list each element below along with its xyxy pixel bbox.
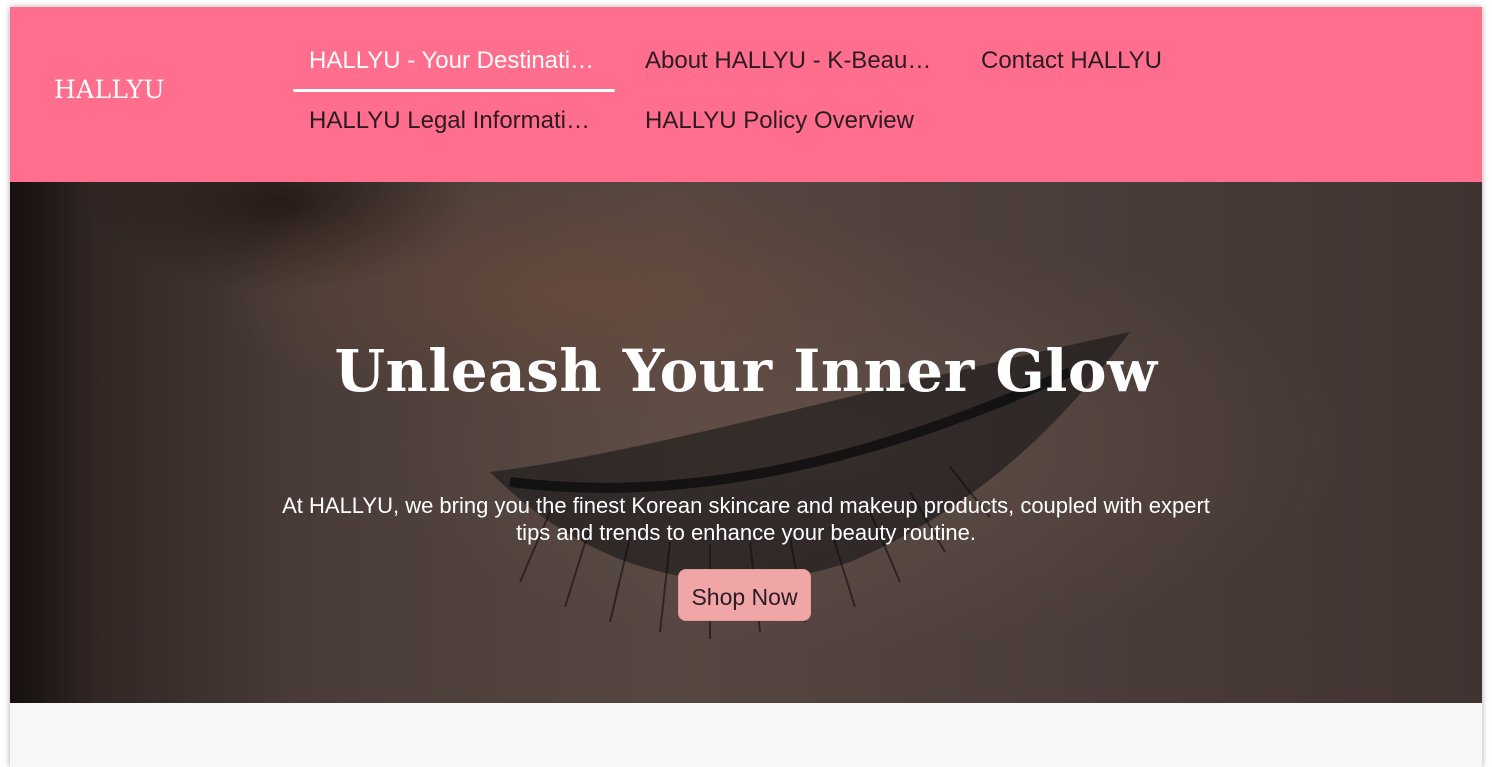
nav-active-indicator xyxy=(293,89,615,92)
hero-description: At HALLYU, we bring you the finest Korea… xyxy=(282,493,1210,545)
nav-item-about[interactable]: About HALLYU - K-Beauty Experts xyxy=(645,47,935,75)
hero-title: Unleash Your Inner Glow xyxy=(334,337,1158,405)
shop-now-button[interactable]: Shop Now xyxy=(678,569,811,621)
nav-item-home[interactable]: HALLYU - Your Destination for Korean Bea… xyxy=(309,47,597,75)
site-logo[interactable]: HALLYU xyxy=(54,75,165,104)
nav-item-policy[interactable]: HALLYU Policy Overview xyxy=(645,107,935,135)
site-header: HALLYU HALLYU - Your Destination for Kor… xyxy=(10,7,1482,182)
page-frame: HALLYU HALLYU - Your Destination for Kor… xyxy=(10,7,1482,767)
nav-item-contact[interactable]: Contact HALLYU xyxy=(981,47,1221,75)
hero-section: Unleash Your Inner Glow At HALLYU, we br… xyxy=(10,182,1482,703)
nav-item-legal[interactable]: HALLYU Legal Information xyxy=(309,107,591,135)
hero-overlay xyxy=(10,182,1482,703)
